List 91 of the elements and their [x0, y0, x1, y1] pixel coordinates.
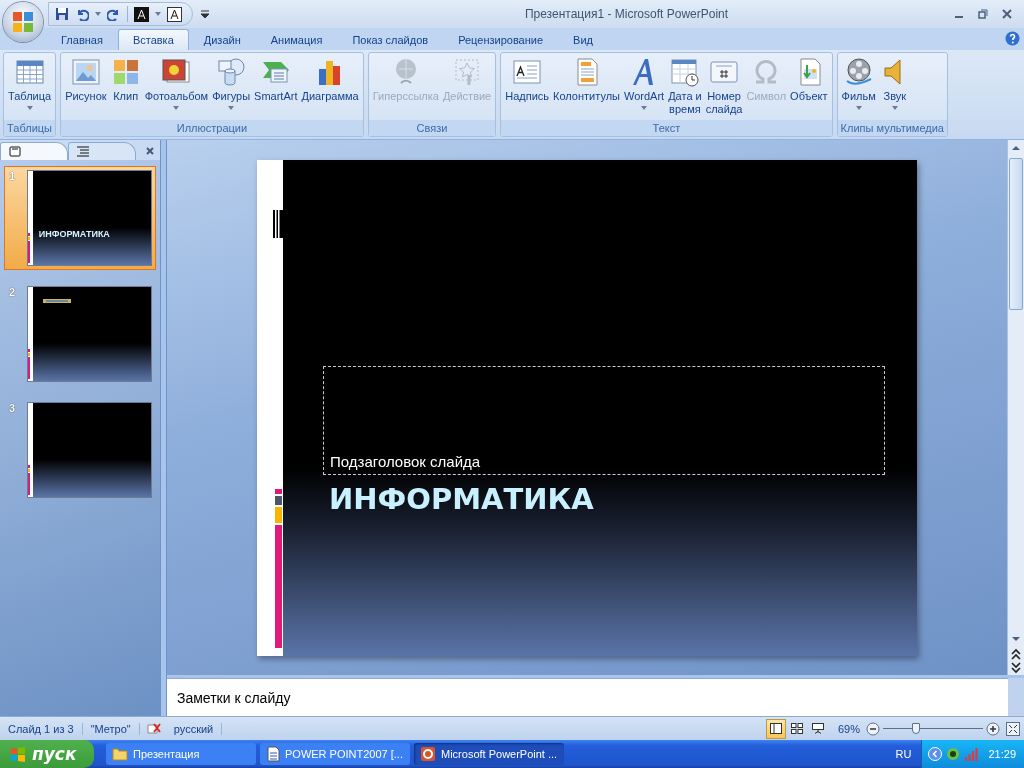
ribbon-button[interactable]: Фигуры	[210, 57, 253, 120]
help-icon[interactable]	[1005, 31, 1020, 46]
language-indicator[interactable]: русский	[165, 722, 223, 735]
slide-number: 1	[8, 170, 17, 184]
slide-counter: Слайд 1 из 3	[0, 722, 83, 735]
ribbon-button[interactable]: Номер слайда	[703, 57, 745, 120]
ribbon-button[interactable]: Рисунок	[63, 57, 109, 120]
subtitle-placeholder[interactable]: Подзаголовок слайда	[323, 365, 885, 475]
ribbon-button[interactable]: Объект	[788, 57, 830, 120]
group-label: Таблицы	[4, 120, 56, 136]
zoom-out-icon[interactable]	[866, 721, 880, 736]
vertical-scrollbar[interactable]	[1007, 140, 1024, 675]
group-label: Связи	[368, 120, 496, 136]
thumbnail-title: ИНФОРМАТИКА	[38, 229, 110, 239]
ribbon-button[interactable]: Фильм	[839, 57, 878, 120]
notes-field[interactable]: Заметки к слайду	[167, 678, 1008, 716]
slide-title: ИНФОРМАТИКА	[329, 481, 594, 516]
zoom-in-icon[interactable]	[986, 721, 1000, 736]
windows-flag-icon	[10, 746, 26, 762]
undo-icon[interactable]	[75, 7, 89, 21]
document-icon	[266, 746, 280, 762]
taskbar-button[interactable]: POWER POINT2007 [...	[260, 743, 410, 765]
ribbon-button[interactable]: SmartArt	[252, 57, 300, 120]
ribbon-button[interactable]: Надпись	[503, 57, 552, 120]
slide-number: 3	[8, 402, 17, 416]
antivirus-icon[interactable]	[946, 747, 961, 761]
slide-thumbnail[interactable]	[26, 402, 152, 498]
ribbon-tab[interactable]: Вид	[558, 29, 608, 50]
text-frame-icon[interactable]	[167, 6, 182, 22]
ribbon-button[interactable]: Дата и время	[666, 57, 704, 120]
close-icon[interactable]	[146, 147, 154, 155]
slide-thumbnail[interactable]	[26, 286, 152, 382]
view-button[interactable]	[765, 718, 786, 739]
group-label: Текст	[501, 120, 832, 136]
shapes-icon	[216, 57, 247, 87]
clock: 21:29	[988, 748, 1016, 760]
ribbon-button[interactable]: Диаграмма	[299, 57, 361, 120]
ribbon-tab[interactable]: Дизайн	[188, 29, 256, 50]
redo-icon[interactable]	[107, 7, 121, 21]
ribbon-button[interactable]: Клип	[108, 57, 143, 120]
ribbon-button[interactable]: Таблица	[6, 57, 54, 120]
ribbon-button[interactable]: Звук	[877, 57, 912, 120]
ribbon-button[interactable]: Колонтитулы	[551, 57, 622, 120]
office-button[interactable]	[3, 2, 43, 42]
presentation-icon	[420, 746, 436, 762]
ribbon-tab[interactable]: Главная	[46, 29, 118, 50]
close-icon[interactable]	[1002, 9, 1012, 19]
grid-view-icon	[790, 723, 803, 734]
restore-icon[interactable]	[978, 9, 988, 19]
chevron-left-icon[interactable]	[928, 747, 943, 761]
zoom-slider-thumb[interactable]	[912, 722, 920, 734]
ribbon-tab[interactable]: Рецензирование	[443, 29, 559, 50]
window-title: Презентация1 - Microsoft PowerPoint	[523, 7, 730, 21]
caret-icon[interactable]	[95, 12, 101, 16]
group-label: Иллюстрации	[61, 120, 363, 136]
placeholder-text: Подзаголовок слайда	[330, 452, 481, 470]
table-icon	[14, 57, 45, 87]
slide-icon	[9, 146, 21, 157]
zoom-level[interactable]: 69%	[831, 722, 866, 735]
ribbon-tab[interactable]: Вставка	[117, 29, 189, 50]
next-slide-icon[interactable]	[1008, 661, 1024, 675]
fit-to-window-icon[interactable]	[1006, 721, 1020, 736]
ribbon-button[interactable]: Фотоальбом	[142, 57, 211, 120]
caret-icon[interactable]	[155, 12, 161, 16]
folder-icon	[112, 747, 128, 761]
taskbar-button[interactable]: Презентация	[106, 743, 256, 765]
ribbon-tab[interactable]: Анимация	[255, 29, 338, 50]
calendar-clock-icon	[669, 57, 700, 87]
slide-number: 2	[8, 286, 17, 300]
theme-name: "Метро"	[82, 722, 140, 735]
notes-placeholder: Заметки к слайду	[177, 689, 291, 706]
save-icon[interactable]	[55, 7, 69, 21]
slide-thumbnail[interactable]: ИНФОРМАТИКА	[26, 170, 152, 266]
spellcheck-icon[interactable]	[145, 721, 162, 736]
font-color-icon[interactable]	[134, 6, 149, 22]
customize-toolbar-icon[interactable]	[201, 10, 209, 18]
group-label: Клипы мультимедиа	[837, 120, 947, 136]
office-logo-icon	[11, 10, 35, 34]
slideshow-icon	[811, 723, 824, 734]
taskbar-button[interactable]: Microsoft PowerPoint ...	[414, 743, 564, 765]
ribbon-tab[interactable]: Показ слайдов	[337, 29, 444, 50]
ribbon-button[interactable]: WordArt	[622, 57, 667, 120]
outline-tab[interactable]	[68, 142, 136, 160]
normal-view-icon	[769, 723, 782, 734]
slide-list-item[interactable]: 1 ИНФОРМАТИКА	[4, 166, 156, 270]
outline-icon	[77, 146, 89, 157]
text-box-icon	[512, 57, 543, 87]
picture-icon	[70, 57, 101, 87]
slides-tab[interactable]	[0, 142, 68, 160]
keyboard-language[interactable]: RU	[885, 748, 922, 760]
scroll-thumb[interactable]	[1009, 158, 1023, 310]
